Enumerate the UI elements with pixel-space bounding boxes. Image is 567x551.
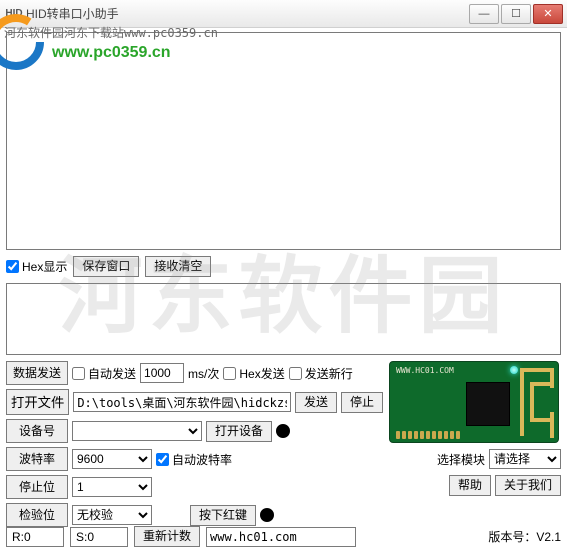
pcb-module-image: WWW.HC01.COM — [389, 361, 559, 443]
recount-button[interactable]: 重新计数 — [134, 526, 200, 547]
window-title: HID转串口小助手 — [26, 5, 469, 22]
pcb-silk-text: WWW.HC01.COM — [396, 366, 454, 375]
auto-send-checkbox[interactable]: 自动发送 — [72, 365, 136, 382]
parity-label: 检验位 — [6, 503, 68, 527]
pcb-chip-icon — [466, 382, 510, 426]
close-button[interactable]: ✕ — [533, 4, 563, 24]
send-newline-checkbox[interactable]: 发送新行 — [289, 365, 353, 382]
baud-row: 波特率 9600 自动波特率 — [6, 447, 383, 471]
stop-bit-select[interactable]: 1 — [72, 477, 152, 497]
send-textarea[interactable] — [6, 283, 561, 355]
parity-row: 检验位 无校验 按下红键 — [6, 503, 383, 527]
status-url-input[interactable] — [206, 527, 356, 547]
stopbit-row: 停止位 1 — [6, 475, 383, 499]
device-status-led-icon — [276, 424, 290, 438]
auto-send-interval-input[interactable] — [140, 363, 184, 383]
receive-textarea[interactable] — [6, 32, 561, 250]
receive-controls: Hex显示 保存窗口 接收清空 — [6, 254, 561, 279]
help-button[interactable]: 帮助 — [449, 475, 491, 496]
minimize-button[interactable]: — — [469, 4, 499, 24]
device-id-label: 设备号 — [6, 419, 68, 443]
pcb-antenna-icon — [520, 368, 554, 436]
red-key-led-icon — [260, 508, 274, 522]
parity-select[interactable]: 无校验 — [72, 505, 152, 525]
open-file-button[interactable]: 打开文件 — [6, 389, 69, 415]
interval-unit-label: ms/次 — [188, 365, 219, 382]
file-row: 打开文件 发送 停止 — [6, 389, 383, 415]
stop-bit-label: 停止位 — [6, 475, 68, 499]
select-module-label: 选择模块 — [437, 451, 485, 468]
auto-baud-checkbox[interactable]: 自动波特率 — [156, 451, 232, 468]
send-button[interactable]: 发送 — [295, 392, 337, 413]
device-id-select[interactable] — [72, 421, 202, 441]
pcb-pads-icon — [396, 431, 512, 439]
data-send-label: 数据发送 — [6, 361, 68, 385]
baud-rate-label: 波特率 — [6, 447, 68, 471]
hex-send-checkbox[interactable]: Hex发送 — [223, 365, 284, 382]
lower-panel: 数据发送 自动发送 ms/次 Hex发送 发送新行 打开文件 — [6, 361, 561, 527]
hex-display-checkbox[interactable]: Hex显示 — [6, 258, 67, 275]
save-window-button[interactable]: 保存窗口 — [73, 256, 139, 277]
version-label: 版本号：V2.1 — [488, 528, 561, 545]
status-bar: R:0 S:0 重新计数 版本号：V2.1 — [6, 526, 561, 547]
send-options-row: 数据发送 自动发送 ms/次 Hex发送 发送新行 — [6, 361, 383, 385]
app-icon: HID — [6, 6, 22, 22]
file-path-input[interactable] — [73, 392, 291, 412]
receive-clear-button[interactable]: 接收清空 — [145, 256, 211, 277]
module-select[interactable]: 请选择 — [489, 449, 561, 469]
status-tx-count: S:0 — [70, 527, 128, 547]
stop-button[interactable]: 停止 — [341, 392, 383, 413]
module-column: WWW.HC01.COM 选择模块 — [389, 361, 561, 496]
baud-rate-select[interactable]: 9600 — [72, 449, 152, 469]
about-button[interactable]: 关于我们 — [495, 475, 561, 496]
open-device-button[interactable]: 打开设备 — [206, 421, 272, 442]
watermark-url-small: 河东软件园河东下载站www.pc0359.cn — [4, 24, 218, 41]
pcb-led-icon — [510, 366, 518, 374]
status-rx-count: R:0 — [6, 527, 64, 547]
device-row: 设备号 打开设备 — [6, 419, 383, 443]
client-area: 河东软件园河东下载站www.pc0359.cn www.pc0359.cn 河东… — [0, 28, 567, 551]
press-red-key-button[interactable]: 按下红键 — [190, 505, 256, 526]
maximize-button[interactable]: ☐ — [501, 4, 531, 24]
